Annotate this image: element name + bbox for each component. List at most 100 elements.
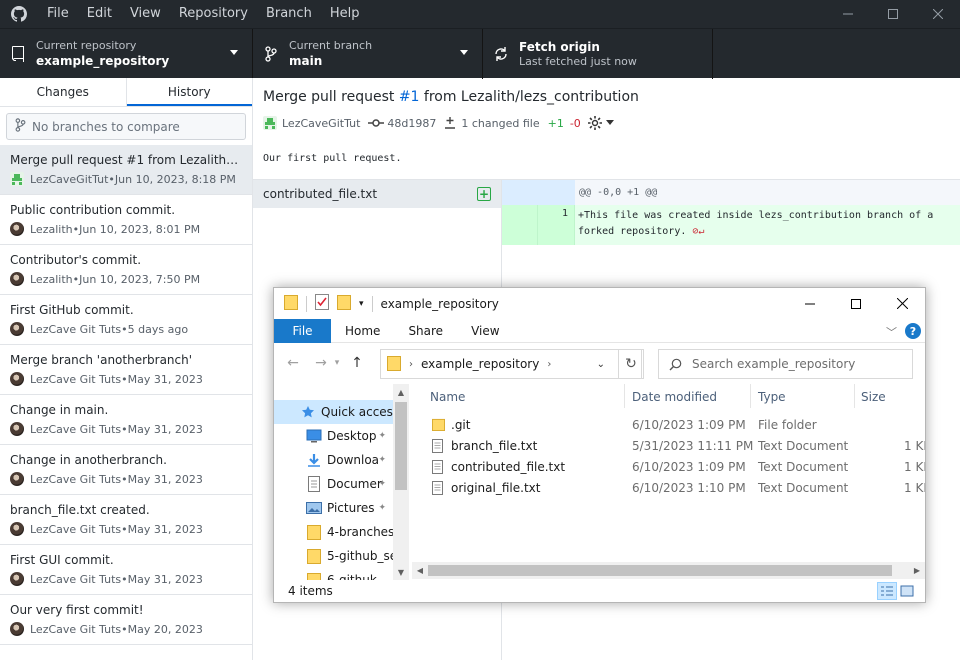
commit-list-item[interactable]: Change in anotherbranch. LezCave Git Tuts…: [0, 445, 252, 495]
column-name[interactable]: Name: [430, 390, 465, 404]
file-list-scrollbar[interactable]: ◀ ▶: [412, 562, 925, 579]
column-size[interactable]: Size: [861, 390, 886, 404]
pr-link[interactable]: #1: [399, 89, 420, 105]
nav-item-quick-access[interactable]: Quick access: [274, 400, 408, 424]
scroll-left-icon[interactable]: ◀: [412, 562, 428, 579]
nav-pane-scrollbar[interactable]: ▲ ▼: [393, 384, 409, 580]
up-arrow-icon[interactable]: ↑: [348, 355, 366, 371]
minimize-button[interactable]: [825, 0, 870, 28]
nav-item-folder[interactable]: 4-branches: [274, 520, 408, 544]
expand-ribbon-icon[interactable]: ﹀: [886, 324, 897, 340]
column-type[interactable]: Type: [758, 390, 786, 404]
search-placeholder: Search example_repository: [692, 357, 856, 371]
large-icons-view-icon[interactable]: [897, 582, 917, 600]
commit-list-item[interactable]: branch_file.txt created. LezCave Git Tuts…: [0, 495, 252, 545]
commit-list-item[interactable]: First GUI commit. LezCave Git Tuts • May …: [0, 545, 252, 595]
nav-item-folder[interactable]: Documer ✦: [274, 472, 408, 496]
ribbon-tab-view[interactable]: View: [457, 319, 513, 343]
explorer-close-button[interactable]: [879, 288, 925, 319]
pin-icon: ✦: [378, 479, 386, 489]
nav-item-folder[interactable]: 6-githuk: [274, 568, 408, 580]
column-divider[interactable]: [624, 384, 625, 408]
tab-history[interactable]: History: [126, 78, 252, 106]
chevron-down-icon: [605, 120, 614, 125]
ribbon-tab-home[interactable]: Home: [331, 319, 394, 343]
column-date-modified[interactable]: Date modified: [632, 390, 717, 404]
commit-list-item[interactable]: Merge pull request #1 from Lezalith/lez.…: [0, 145, 252, 195]
commit-item-title: branch_file.txt created.: [10, 503, 150, 517]
diff-settings-button[interactable]: [587, 115, 614, 131]
commit-list-item[interactable]: First GitHub commit. LezCave Git Tuts • 5…: [0, 295, 252, 345]
forward-arrow-icon[interactable]: →: [312, 355, 330, 371]
diff-line-code: +This file was created inside lezs_contr…: [575, 205, 960, 245]
menu-edit[interactable]: Edit: [78, 0, 121, 28]
current-branch-button[interactable]: Current branch main: [253, 29, 483, 79]
new-folder-icon[interactable]: [337, 294, 351, 313]
current-repository-button[interactable]: Current repository example_repository: [0, 29, 253, 79]
branch-compare-input[interactable]: No branches to compare: [6, 113, 246, 140]
close-button[interactable]: [915, 0, 960, 28]
column-divider[interactable]: [854, 384, 855, 408]
tab-changes[interactable]: Changes: [0, 78, 127, 106]
explorer-maximize-button[interactable]: [833, 288, 879, 319]
file-size: 1 KB: [904, 481, 925, 495]
menu-file[interactable]: File: [38, 0, 78, 28]
file-list-row[interactable]: branch_file.txt 5/31/2023 11:11 PM Text Do…: [412, 436, 925, 457]
ribbon-tab-file[interactable]: File: [274, 318, 331, 343]
commit-list-item[interactable]: Change in main. LezCave Git Tuts • May 31…: [0, 395, 252, 445]
recent-locations-icon[interactable]: ▾: [332, 358, 342, 368]
ribbon-tab-share[interactable]: Share: [394, 319, 457, 343]
breadcrumb-separator-icon: ›: [547, 358, 552, 370]
menu-view[interactable]: View: [121, 0, 170, 28]
commit-sha[interactable]: 48d1987: [368, 117, 436, 130]
commit-list-item[interactable]: Contributor's commit. Lezalith • Jun 10, …: [0, 245, 252, 295]
avatar: [10, 422, 24, 436]
details-view-icon[interactable]: [877, 582, 897, 600]
breadcrumb[interactable]: example_repository: [421, 357, 539, 371]
commit-list-item[interactable]: Merge branch 'anotherbranch' LezCave Git …: [0, 345, 252, 395]
address-bar[interactable]: › example_repository › ⌄: [380, 349, 642, 379]
search-box[interactable]: Search example_repository: [658, 349, 913, 379]
nav-item-folder[interactable]: Downloa ✦: [274, 448, 408, 472]
nav-item-folder[interactable]: 5-github_set: [274, 544, 408, 568]
menu-repository[interactable]: Repository: [170, 0, 257, 28]
scroll-up-icon[interactable]: ▲: [393, 384, 409, 400]
customize-qat-icon[interactable]: ▾: [359, 299, 364, 309]
fetch-origin-button[interactable]: Fetch origin Last fetched just now: [483, 29, 713, 79]
commit-item-title: Merge branch 'anotherbranch': [10, 353, 193, 367]
menu-branch[interactable]: Branch: [257, 0, 321, 28]
nav-item-folder[interactable]: Desktop ✦: [274, 424, 408, 448]
scroll-thumb[interactable]: [428, 565, 892, 576]
scroll-right-icon[interactable]: ▶: [909, 562, 925, 579]
view-toggles: [877, 582, 917, 600]
avatar: [10, 172, 24, 186]
folder-icon: [387, 355, 401, 374]
text-file-icon: [432, 460, 443, 477]
file-list-row[interactable]: original_file.txt 6/10/2023 1:10 PM Text D…: [412, 478, 925, 499]
back-arrow-icon[interactable]: ←: [284, 355, 302, 371]
file-list-row[interactable]: .git 6/10/2023 1:09 PM File folder: [412, 415, 925, 436]
file-row[interactable]: contributed_file.txt +: [253, 180, 501, 208]
commit-item-date: May 31, 2023: [127, 572, 203, 586]
file-date: 5/31/2023 11:11 PM: [632, 439, 754, 453]
scroll-thumb[interactable]: [395, 402, 407, 490]
commit-list-item[interactable]: Public contribution commit. Lezalith • Ju…: [0, 195, 252, 245]
avatar: [10, 472, 24, 486]
avatar: [10, 272, 24, 286]
file-list-row[interactable]: contributed_file.txt 6/10/2023 1:09 PM Tex…: [412, 457, 925, 478]
help-icon[interactable]: ?: [905, 323, 921, 339]
commit-meta: LezCaveGitTut 48d1987 1 changed file +1 …: [263, 115, 950, 131]
properties-icon[interactable]: [315, 294, 329, 313]
commit-item-author: LezCave Git Tuts: [30, 372, 122, 386]
menu-help[interactable]: Help: [321, 0, 369, 28]
nav-item-folder[interactable]: Pictures ✦: [274, 496, 408, 520]
maximize-button[interactable]: [870, 0, 915, 28]
explorer-minimize-button[interactable]: [787, 288, 833, 319]
column-divider[interactable]: [750, 384, 751, 408]
commit-body: Our first pull request.: [263, 153, 402, 164]
commit-list-item[interactable]: Our very first commit! LezCave Git Tuts •…: [0, 595, 252, 645]
scroll-down-icon[interactable]: ▼: [393, 564, 409, 580]
commit-item-date: May 31, 2023: [127, 522, 203, 536]
refresh-button[interactable]: ↻: [618, 349, 644, 379]
chevron-down-icon[interactable]: ⌄: [597, 359, 605, 370]
